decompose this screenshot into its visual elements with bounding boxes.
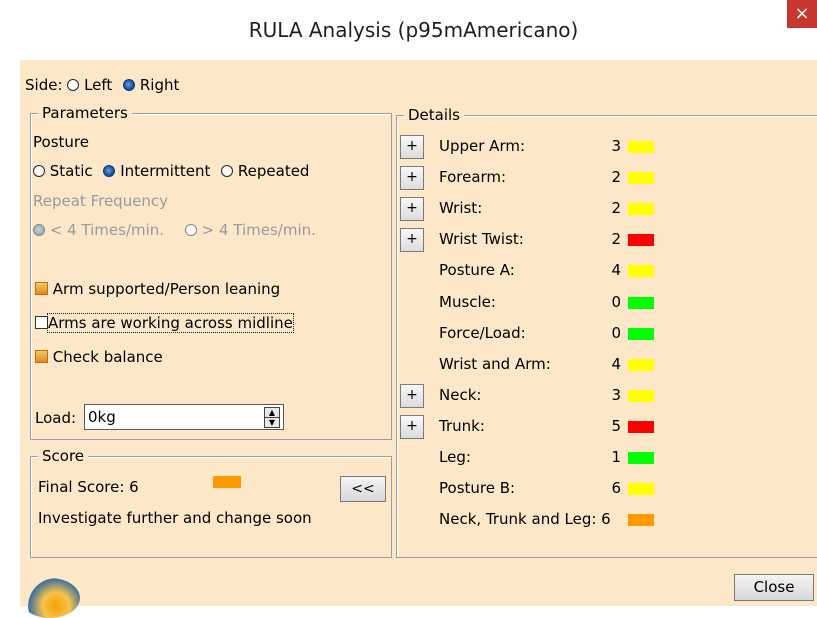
repeat-more-radio[interactable] bbox=[184, 224, 197, 236]
detail-score-swatch bbox=[628, 328, 654, 340]
posture-repeated-option[interactable]: Repeated bbox=[221, 162, 309, 180]
expand-button[interactable]: + bbox=[400, 228, 424, 252]
detail-value: 2 bbox=[611, 230, 621, 248]
arm-supported-checkbox[interactable] bbox=[35, 282, 48, 295]
posture-label: Posture bbox=[33, 133, 89, 151]
detail-value: 0 bbox=[611, 293, 621, 311]
posture-static-radio[interactable] bbox=[33, 165, 45, 177]
repeat-less-option[interactable]: < 4 Times/min. bbox=[33, 221, 169, 239]
detail-score-swatch bbox=[628, 265, 654, 277]
window-title: RULA Analysis (p95mAmericano) bbox=[248, 18, 579, 42]
side-right-label: Right bbox=[139, 76, 180, 94]
repeat-less-label: < 4 Times/min. bbox=[49, 221, 165, 239]
detail-value: 5 bbox=[611, 417, 621, 435]
detail-value: 4 bbox=[611, 355, 621, 373]
side-selector: Side: Left Right bbox=[25, 76, 179, 94]
detail-label: Neck: bbox=[439, 386, 482, 404]
detail-label: Force/Load: bbox=[439, 324, 526, 342]
side-right-radio[interactable] bbox=[123, 79, 136, 91]
detail-label: Wrist: bbox=[439, 199, 483, 217]
side-left-radio[interactable] bbox=[67, 79, 80, 91]
detail-value: 3 bbox=[611, 137, 621, 155]
arm-supported-checkbox-row[interactable]: Arm supported/Person leaning bbox=[35, 280, 280, 298]
repeat-more-option[interactable]: > 4 Times/min. bbox=[184, 221, 316, 239]
detail-value: 2 bbox=[611, 168, 621, 186]
score-legend: Score bbox=[38, 447, 89, 465]
detail-score-swatch bbox=[628, 297, 654, 309]
detail-score-swatch bbox=[628, 359, 654, 371]
posture-intermittent-label: Intermittent bbox=[120, 162, 211, 180]
detail-score-swatch bbox=[628, 514, 654, 526]
detail-score-swatch bbox=[628, 141, 654, 153]
posture-repeated-radio[interactable] bbox=[221, 165, 234, 177]
posture-intermittent-radio[interactable] bbox=[103, 165, 116, 177]
detail-value: 6 bbox=[611, 479, 621, 497]
check-balance-checkbox[interactable] bbox=[35, 350, 48, 363]
detail-score-swatch bbox=[628, 452, 654, 464]
repeat-less-radio[interactable] bbox=[33, 224, 45, 236]
posture-options: Static Intermittent Repeated bbox=[33, 162, 309, 180]
detail-label: Wrist Twist: bbox=[439, 230, 524, 248]
detail-label: Posture A: bbox=[439, 261, 515, 279]
detail-score-swatch bbox=[628, 483, 654, 495]
expand-button[interactable]: + bbox=[400, 166, 424, 190]
score-group bbox=[30, 456, 392, 558]
check-balance-label: Check balance bbox=[52, 348, 163, 366]
score-message: Investigate further and change soon bbox=[38, 509, 312, 527]
repeat-frequency-label: Repeat Frequency bbox=[33, 192, 169, 210]
detail-score-swatch bbox=[628, 172, 654, 184]
expand-button[interactable]: + bbox=[400, 384, 424, 408]
detail-score-swatch bbox=[628, 203, 654, 215]
across-midline-checkbox[interactable] bbox=[35, 316, 48, 329]
side-right-option[interactable]: Right bbox=[123, 76, 179, 94]
expand-button[interactable]: + bbox=[400, 197, 424, 221]
detail-label: Muscle: bbox=[439, 293, 496, 311]
final-score-text: Final Score: 6 bbox=[38, 478, 139, 496]
detail-value: 1 bbox=[611, 448, 621, 466]
across-midline-checkbox-row[interactable]: Arms are working across midline bbox=[35, 313, 294, 333]
detail-label: Upper Arm: bbox=[439, 137, 526, 155]
posture-repeated-label: Repeated bbox=[237, 162, 310, 180]
expand-button[interactable]: + bbox=[400, 135, 424, 159]
detail-value: 3 bbox=[611, 386, 621, 404]
detail-value: 0 bbox=[611, 324, 621, 342]
expand-button[interactable]: + bbox=[400, 415, 424, 439]
final-score-swatch bbox=[213, 476, 241, 488]
parameters-legend: Parameters bbox=[38, 104, 132, 122]
close-button[interactable]: Close bbox=[734, 574, 814, 601]
detail-value: 4 bbox=[611, 261, 621, 279]
side-left-option[interactable]: Left bbox=[67, 76, 117, 94]
detail-label: Trunk: bbox=[439, 417, 485, 435]
details-legend: Details bbox=[404, 106, 465, 124]
posture-static-option[interactable]: Static bbox=[33, 162, 97, 180]
detail-value: 2 bbox=[611, 199, 621, 217]
close-icon[interactable]: × bbox=[787, 0, 817, 28]
detail-score-swatch bbox=[628, 421, 654, 433]
detail-label: Posture B: bbox=[439, 479, 516, 497]
collapse-details-button[interactable]: << bbox=[340, 476, 386, 502]
detail-label: Leg: bbox=[439, 448, 471, 466]
posture-intermittent-option[interactable]: Intermittent bbox=[103, 162, 215, 180]
detail-score-swatch bbox=[628, 234, 654, 246]
posture-static-label: Static bbox=[49, 162, 93, 180]
detail-label: Forearm: bbox=[439, 168, 507, 186]
title-bar: RULA Analysis (p95mAmericano) bbox=[10, 0, 817, 60]
side-left-label: Left bbox=[84, 76, 113, 94]
dialog-body: Side: Left Right Parameters Posture Stat… bbox=[20, 60, 817, 606]
load-label: Load: bbox=[35, 409, 77, 427]
arm-supported-label: Arm supported/Person leaning bbox=[52, 280, 281, 298]
check-balance-checkbox-row[interactable]: Check balance bbox=[35, 348, 163, 366]
load-input[interactable]: 0kg bbox=[84, 404, 284, 430]
across-midline-label: Arms are working across midline bbox=[47, 313, 294, 333]
repeat-frequency-options: < 4 Times/min. > 4 Times/min. bbox=[33, 221, 316, 239]
load-decrement-button[interactable]: ▼ bbox=[264, 417, 280, 428]
side-label: Side: bbox=[25, 76, 63, 94]
detail-label: Wrist and Arm: bbox=[439, 355, 551, 373]
application-logo bbox=[20, 578, 80, 618]
detail-score-swatch bbox=[628, 390, 654, 402]
repeat-more-label: > 4 Times/min. bbox=[201, 221, 316, 239]
detail-label: Neck, Trunk and Leg: 6 bbox=[439, 510, 611, 528]
